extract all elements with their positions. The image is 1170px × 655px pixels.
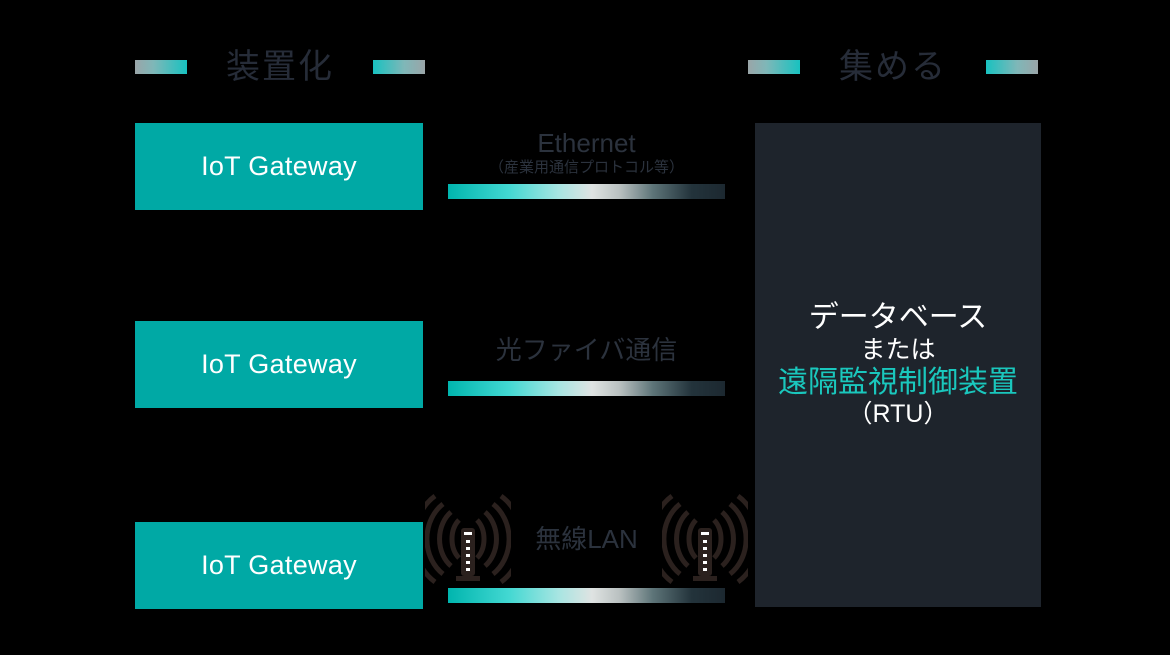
iot-gateway-label: IoT Gateway — [201, 550, 357, 580]
link-subtitle: （産業用通信プロトコル等） — [488, 159, 684, 177]
link-label-fiber: 光ファイバ通信 — [448, 335, 725, 365]
deco-bar-right-icon — [986, 60, 1038, 74]
panel-line-or: または — [860, 335, 936, 364]
link-title: Ethernet — [537, 128, 636, 158]
iot-gateway-box-1: IoT Gateway — [135, 123, 423, 210]
link-title: 光ファイバ通信 — [495, 335, 678, 365]
iot-gateway-label: IoT Gateway — [201, 349, 357, 379]
diagram-canvas: 装置化 集める IoT Gateway IoT Gateway IoT Gate… — [0, 0, 1170, 655]
iot-gateway-box-2: IoT Gateway — [135, 321, 423, 408]
iot-gateway-label: IoT Gateway — [201, 151, 357, 181]
link-label-ethernet: Ethernet （産業用通信プロトコル等） — [448, 128, 725, 177]
header-right-group: 集める — [748, 50, 1038, 84]
database-rtu-panel: データベース または 遠隔監視制御装置 （RTU） — [755, 123, 1041, 607]
link-label-wlan-group: 無線LAN — [425, 490, 748, 585]
header-right-title: 集める — [839, 48, 947, 86]
link-bar-ethernet — [448, 184, 725, 199]
wireless-router-icon — [662, 493, 748, 585]
wireless-router-icon — [425, 493, 511, 585]
panel-line-database: データベース — [808, 301, 988, 335]
iot-gateway-box-3: IoT Gateway — [135, 522, 423, 609]
panel-line-rtu-abbr: （RTU） — [847, 400, 949, 429]
link-title: 無線LAN — [535, 524, 638, 554]
link-bar-wlan — [448, 588, 725, 603]
deco-bar-left-icon — [135, 60, 187, 74]
link-bar-fiber — [448, 381, 725, 396]
deco-bar-right-icon — [373, 60, 425, 74]
panel-line-rtu-name: 遠隔監視制御装置 — [778, 366, 1018, 399]
deco-bar-left-icon — [748, 60, 800, 74]
header-left-group: 装置化 — [135, 50, 425, 84]
header-left-title: 装置化 — [226, 48, 334, 86]
